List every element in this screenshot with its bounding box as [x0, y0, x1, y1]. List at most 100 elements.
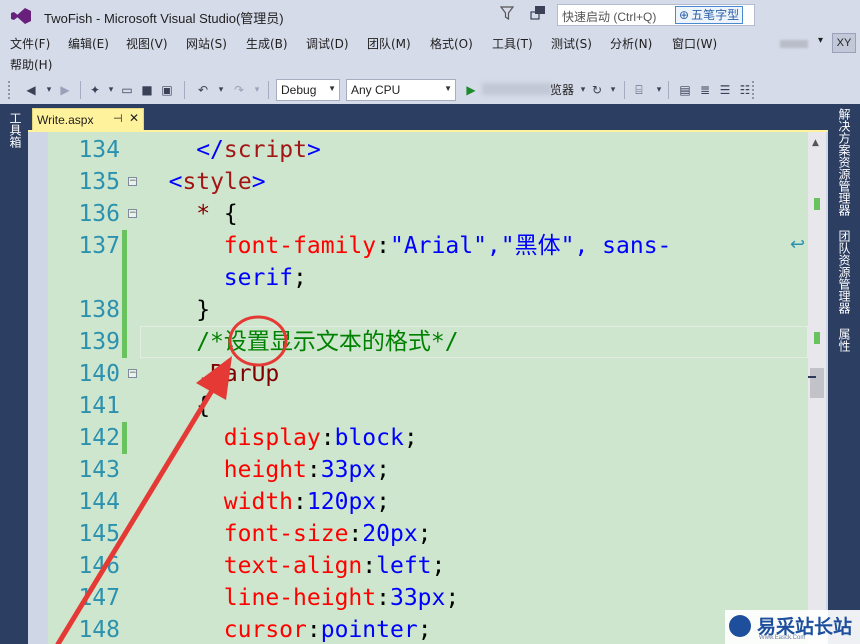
chevron-down-icon[interactable]: ▾ [212, 80, 230, 100]
menu-test[interactable]: 测试(S) [551, 35, 592, 52]
menu-analyze[interactable]: 分析(N) [610, 35, 652, 52]
code-token: : [306, 457, 321, 483]
code-line[interactable]: 144 width:120px; [48, 486, 826, 518]
menu-debug[interactable]: 调试(D) [306, 35, 349, 52]
start-debugging-icon[interactable]: ▶ [462, 80, 480, 100]
format-document-icon[interactable]: ≣ [696, 80, 714, 100]
platform-dropdown[interactable]: Any CPU ▼ [346, 79, 456, 101]
code-line[interactable]: 140− .BarUp [48, 358, 826, 390]
user-name-redacted[interactable] [780, 40, 808, 48]
back-icon[interactable]: ◀ [22, 80, 40, 100]
menu-website[interactable]: 网站(S) [186, 35, 227, 52]
code-line[interactable]: 148 cursor:pointer; [48, 614, 826, 644]
tab-label: Write.aspx [37, 113, 94, 127]
solution-config-dropdown[interactable]: Debug ▼ [276, 79, 340, 101]
save-icon[interactable]: ■ [138, 80, 156, 100]
change-marker [814, 332, 820, 344]
menu-help[interactable]: 帮助(H) [10, 56, 52, 73]
forward-icon[interactable]: ▶ [56, 80, 74, 100]
code-editor[interactable]: 134 </script> 135− <style> 136− * {137 font-fa… [48, 132, 826, 644]
code-line[interactable]: 146 text-align:left; [48, 550, 826, 582]
code-line[interactable]: 134 </script> [48, 134, 826, 166]
menu-tools[interactable]: 工具(T) [492, 35, 533, 52]
code-text: { [196, 390, 210, 422]
menu-view[interactable]: 视图(V) [126, 35, 168, 52]
collapse-icon[interactable]: − [128, 369, 137, 378]
code-line[interactable]: 145 font-size:20px; [48, 518, 826, 550]
line-number: 136 [78, 201, 120, 227]
code-line[interactable]: 141 { [48, 390, 826, 422]
menu-build[interactable]: 生成(B) [246, 35, 288, 52]
collapse-icon[interactable]: − [128, 209, 137, 218]
title-bar: TwoFish - Microsoft Visual Studio(管理员) 快… [0, 0, 860, 32]
chevron-down-icon: ▼ [444, 84, 452, 93]
code-text: text-align:left; [224, 550, 446, 582]
team-explorer-tab[interactable]: 团队资源管理器 [836, 230, 853, 314]
toolbar-separator [184, 81, 185, 99]
menu-edit[interactable]: 编辑(E) [68, 35, 109, 52]
tab-write-aspx[interactable]: Write.aspx ⊣ ✕ [32, 108, 144, 132]
code-token: ; [293, 265, 307, 291]
change-indicator [122, 294, 127, 326]
start-target-label[interactable]: 览器 [550, 81, 574, 98]
solution-config-value: Debug [281, 83, 317, 97]
code-token: script [223, 137, 307, 163]
redo-icon[interactable]: ↷ [230, 80, 248, 100]
document-icon[interactable]: ▤ [676, 80, 694, 100]
solution-explorer-tab[interactable]: 解决方案资源管理器 [836, 108, 853, 216]
browser-link-icon[interactable]: ⌸ [630, 80, 648, 100]
pin-icon[interactable]: ⊣ [113, 112, 123, 125]
menu-format[interactable]: 格式(O) [430, 35, 473, 52]
code-line[interactable]: 143 height:33px; [48, 454, 826, 486]
code-line[interactable]: 138} [48, 294, 826, 326]
feedback-icon[interactable] [530, 5, 546, 21]
code-token: left [376, 553, 432, 579]
undo-icon[interactable]: ↶ [194, 80, 212, 100]
comment-icon[interactable]: ☰ [716, 80, 734, 100]
filter-icon[interactable] [500, 6, 514, 20]
toolbox-tab[interactable]: 工具箱 [7, 112, 24, 148]
code-token: < [168, 169, 183, 195]
ime-indicator[interactable]: ⊕ 五笔字型 [675, 6, 744, 24]
change-indicator [122, 230, 127, 262]
code-token: : [320, 425, 335, 451]
code-line[interactable]: 137 font-family:"Arial","黑体", sans- [48, 230, 826, 262]
menu-window[interactable]: 窗口(W) [672, 35, 717, 52]
code-token: /*设置显示文本的格式*/ [196, 329, 459, 355]
properties-tab[interactable]: 属性 [836, 328, 853, 352]
caret-position-marker [808, 376, 816, 378]
save-all-icon[interactable]: ▣ [158, 80, 176, 100]
chevron-down-icon[interactable]: ▾ [248, 80, 266, 100]
user-avatar[interactable]: XY [832, 33, 856, 53]
code-line[interactable]: 139 /*设置显示文本的格式*/ [48, 326, 826, 358]
code-line[interactable]: 142 display:block; [48, 422, 826, 454]
chevron-down-icon: ▼ [328, 84, 336, 93]
ime-label: 五笔字型 [691, 8, 740, 22]
line-number: 141 [78, 393, 120, 419]
chevron-down-icon[interactable]: ▾ [818, 35, 823, 46]
menu-team[interactable]: 团队(M) [367, 35, 411, 52]
watermark: 易采站长站 Www.Easck.Com [725, 610, 860, 644]
scrollbar-thumb[interactable] [810, 368, 824, 398]
chevron-down-icon[interactable]: ▾ [650, 80, 668, 100]
start-target-redacted[interactable] [482, 83, 552, 95]
quick-launch-input[interactable]: 快速启动 (Ctrl+Q) ⊕ 五笔字型 [557, 4, 755, 26]
code-line[interactable]: serif; [48, 262, 826, 294]
code-text: height:33px; [224, 454, 390, 486]
scroll-up-icon[interactable]: ▲ [812, 138, 819, 148]
toolbar-grip[interactable] [752, 81, 756, 99]
toolbar-grip[interactable] [8, 81, 12, 99]
vertical-scrollbar[interactable]: ▲ [808, 132, 826, 644]
line-number: 146 [78, 553, 120, 579]
collapse-icon[interactable]: − [128, 177, 137, 186]
standard-toolbar: ◀ ▾ ▶ ✦ ▾ ▭ ■ ▣ ↶ ▾ ↷ ▾ Debug ▼ Any CPU … [0, 76, 860, 104]
menu-file[interactable]: 文件(F) [10, 35, 50, 52]
close-icon[interactable]: ✕ [129, 111, 139, 125]
code-line[interactable]: 136− * { [48, 198, 826, 230]
code-token: : [376, 233, 390, 259]
code-line[interactable]: 135− <style> [48, 166, 826, 198]
chevron-down-icon[interactable]: ▾ [604, 80, 622, 100]
code-text: font-size:20px; [224, 518, 432, 550]
code-line[interactable]: 147 line-height:33px; [48, 582, 826, 614]
open-file-icon[interactable]: ▭ [118, 80, 136, 100]
